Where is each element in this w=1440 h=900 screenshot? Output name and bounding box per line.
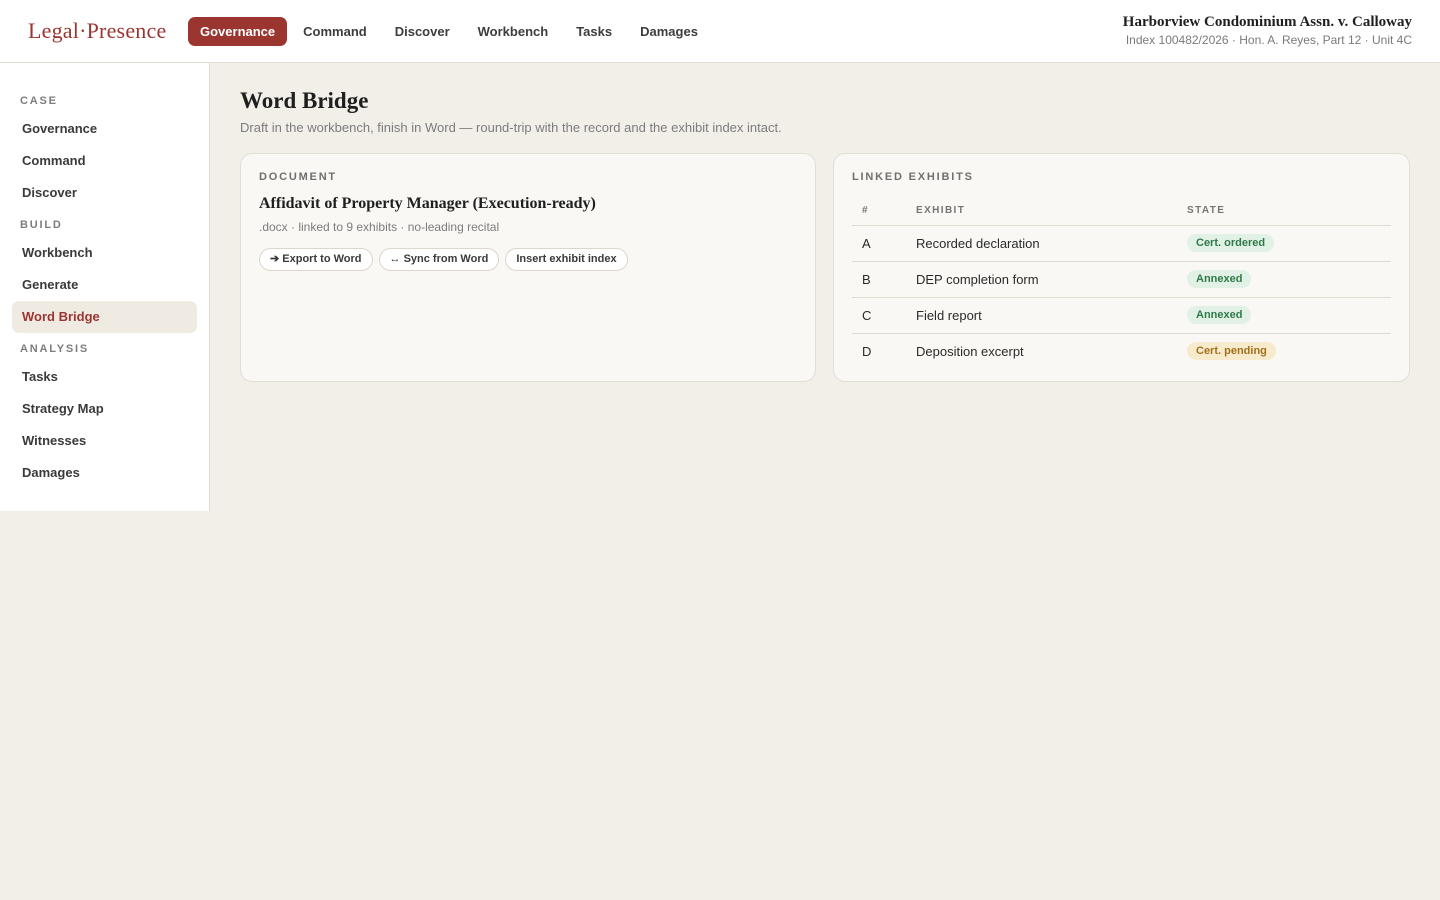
exhibit-name: Deposition excerpt bbox=[916, 343, 1024, 359]
sidebar-heading-build: BUILD bbox=[20, 219, 63, 231]
exhibit-name: Field report bbox=[906, 297, 1177, 334]
table-row[interactable]: B DEP completion form Annexed bbox=[852, 261, 1391, 298]
exhibit-id: C bbox=[852, 297, 906, 334]
cards-row: DOCUMENT Affidavit of Property Manager (… bbox=[240, 153, 1410, 382]
sidebar-group-case: CASE Governance Command Discover bbox=[12, 93, 197, 209]
column-header-id: # bbox=[852, 197, 906, 226]
document-title: Affidavit of Property Manager (Execution… bbox=[259, 195, 596, 212]
document-card: DOCUMENT Affidavit of Property Manager (… bbox=[240, 153, 816, 382]
page-subtitle: Draft in the workbench, finish in Word —… bbox=[240, 120, 782, 135]
table-row[interactable]: D Deposition excerpt Cert. pending bbox=[852, 333, 1391, 369]
linked-exhibits-label: LINKED EXHIBITS bbox=[852, 171, 974, 183]
exhibit-id: D bbox=[862, 343, 872, 359]
linked-exhibits-card: LINKED EXHIBITS # EXHIBIT STATE A Record… bbox=[833, 153, 1410, 382]
sidebar-item-witnesses[interactable]: Witnesses bbox=[12, 425, 197, 457]
table-row[interactable]: A Recorded declaration Cert. ordered bbox=[852, 225, 1391, 262]
document-meta: .docx · linked to 9 exhibits · no-leadin… bbox=[259, 220, 500, 234]
table-header-row: # EXHIBIT STATE bbox=[852, 197, 1391, 226]
sidebar-item-damages[interactable]: Damages bbox=[12, 457, 197, 489]
top-nav: Governance Command Discover Workbench Ta… bbox=[188, 17, 712, 46]
page-title: Word Bridge bbox=[240, 88, 369, 113]
exhibit-name: Recorded declaration bbox=[906, 225, 1177, 262]
sidebar-group-analysis: ANALYSIS Tasks Strategy Map Witnesses Da… bbox=[12, 341, 197, 489]
sidebar-item-command[interactable]: Command bbox=[12, 145, 197, 177]
topnav-workbench[interactable]: Workbench bbox=[464, 17, 563, 46]
exhibit-state: Annexed bbox=[1177, 297, 1391, 334]
topnav-discover[interactable]: Discover bbox=[381, 17, 464, 46]
insert-exhibit-index-button[interactable]: Insert exhibit index bbox=[505, 248, 628, 271]
brand-left: Legal bbox=[28, 18, 80, 43]
case-info: Harborview Condominium Assn. v. Calloway… bbox=[1123, 14, 1412, 47]
main-content: Word Bridge Draft in the workbench, fini… bbox=[240, 88, 1410, 382]
exhibit-id: A bbox=[852, 225, 906, 262]
sidebar-item-tasks[interactable]: Tasks bbox=[12, 361, 197, 393]
table-row[interactable]: C Field report Annexed bbox=[852, 297, 1391, 334]
case-title: Harborview Condominium Assn. v. Calloway bbox=[1122, 14, 1412, 30]
sidebar-heading-analysis: ANALYSIS bbox=[20, 343, 90, 355]
brand-right: Presence bbox=[86, 18, 167, 43]
topnav-governance[interactable]: Governance bbox=[188, 17, 288, 46]
status-badge: Annexed bbox=[1187, 270, 1252, 288]
document-actions: ➔ Export to Word ↔ Sync from Word Insert… bbox=[259, 248, 797, 271]
status-badge: Annexed bbox=[1187, 306, 1252, 324]
column-header-exhibit: EXHIBIT bbox=[906, 197, 1177, 226]
sidebar: CASE Governance Command Discover BUILD W… bbox=[0, 63, 210, 511]
sidebar-item-workbench[interactable]: Workbench bbox=[12, 237, 197, 269]
column-header-state: STATE bbox=[1177, 197, 1391, 226]
sidebar-heading-case: CASE bbox=[20, 95, 58, 107]
topnav-tasks[interactable]: Tasks bbox=[562, 17, 626, 46]
exhibit-state: Annexed bbox=[1177, 261, 1391, 298]
exhibit-name: DEP completion form bbox=[906, 261, 1177, 298]
sidebar-item-strategy-map[interactable]: Strategy Map bbox=[12, 393, 197, 425]
document-card-label: DOCUMENT bbox=[259, 171, 337, 183]
exhibit-state: Cert. ordered bbox=[1177, 225, 1391, 262]
top-bar: Legal·Presence Governance Command Discov… bbox=[0, 0, 1440, 63]
sidebar-item-governance[interactable]: Governance bbox=[12, 113, 197, 145]
status-badge: Cert. pending bbox=[1187, 342, 1276, 361]
sync-from-word-button[interactable]: ↔ Sync from Word bbox=[378, 248, 500, 271]
brand-dot: · bbox=[79, 18, 87, 43]
sidebar-item-generate[interactable]: Generate bbox=[12, 269, 197, 301]
sidebar-item-word-bridge[interactable]: Word Bridge bbox=[12, 301, 197, 333]
sidebar-group-build: BUILD Workbench Generate Word Bridge bbox=[12, 217, 197, 333]
exhibit-state: Cert. pending bbox=[1177, 333, 1391, 369]
topnav-damages[interactable]: Damages bbox=[626, 17, 712, 46]
brand-logo[interactable]: Legal·Presence bbox=[28, 18, 166, 44]
export-to-word-button[interactable]: ➔ Export to Word bbox=[259, 248, 373, 271]
sidebar-item-discover[interactable]: Discover bbox=[12, 177, 197, 209]
case-subtitle: Index 100482/2026 · Hon. A. Reyes, Part … bbox=[1125, 33, 1412, 47]
topnav-command[interactable]: Command bbox=[289, 17, 381, 46]
status-badge: Cert. ordered bbox=[1187, 234, 1275, 252]
exhibit-id: B bbox=[852, 261, 906, 298]
exhibits-table: # EXHIBIT STATE A Recorded declaration C… bbox=[852, 197, 1391, 369]
